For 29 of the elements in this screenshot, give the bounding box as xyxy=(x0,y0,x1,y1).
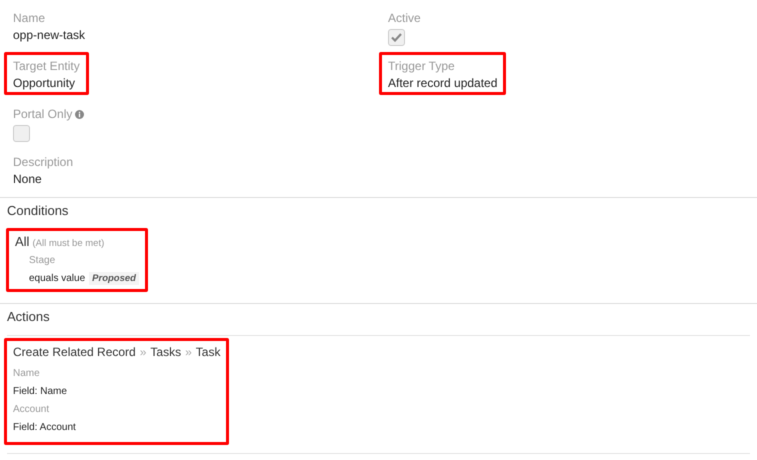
field-label: Name xyxy=(13,10,46,27)
check-icon xyxy=(391,33,402,42)
checkbox[interactable] xyxy=(388,29,405,46)
field-value: opp-new-task xyxy=(13,27,86,43)
group-note: (All must be met) xyxy=(32,238,104,249)
field-label: Trigger Type xyxy=(388,58,456,75)
separator: » xyxy=(185,344,192,361)
field-value: After record updated xyxy=(388,75,498,91)
action-field-label: Name xyxy=(13,367,41,381)
section-heading: Conditions xyxy=(7,203,70,219)
field-label: Active xyxy=(388,10,421,27)
separator: » xyxy=(140,344,146,361)
condition-field: Stage xyxy=(29,254,139,268)
checkbox[interactable] xyxy=(13,125,30,142)
field-label: Target Entity xyxy=(13,58,80,75)
action-path: Tasks xyxy=(150,344,182,361)
field-value: Opportunity xyxy=(13,75,76,91)
action-field-label: Account xyxy=(13,403,50,417)
action-field-value: Field: Account xyxy=(13,422,76,433)
field-label: Description xyxy=(13,154,74,171)
condition-value: Proposed xyxy=(89,272,139,285)
group-name: All xyxy=(15,234,30,249)
action-path: Task xyxy=(196,344,220,361)
condition-operator: equals value xyxy=(29,273,86,284)
action-type: Create Related Record xyxy=(13,344,136,361)
field-label: Portal Only xyxy=(13,106,72,123)
field-value: None xyxy=(13,171,43,187)
action-field-value: Field: Name xyxy=(13,386,67,397)
section-heading: Actions xyxy=(7,309,51,325)
